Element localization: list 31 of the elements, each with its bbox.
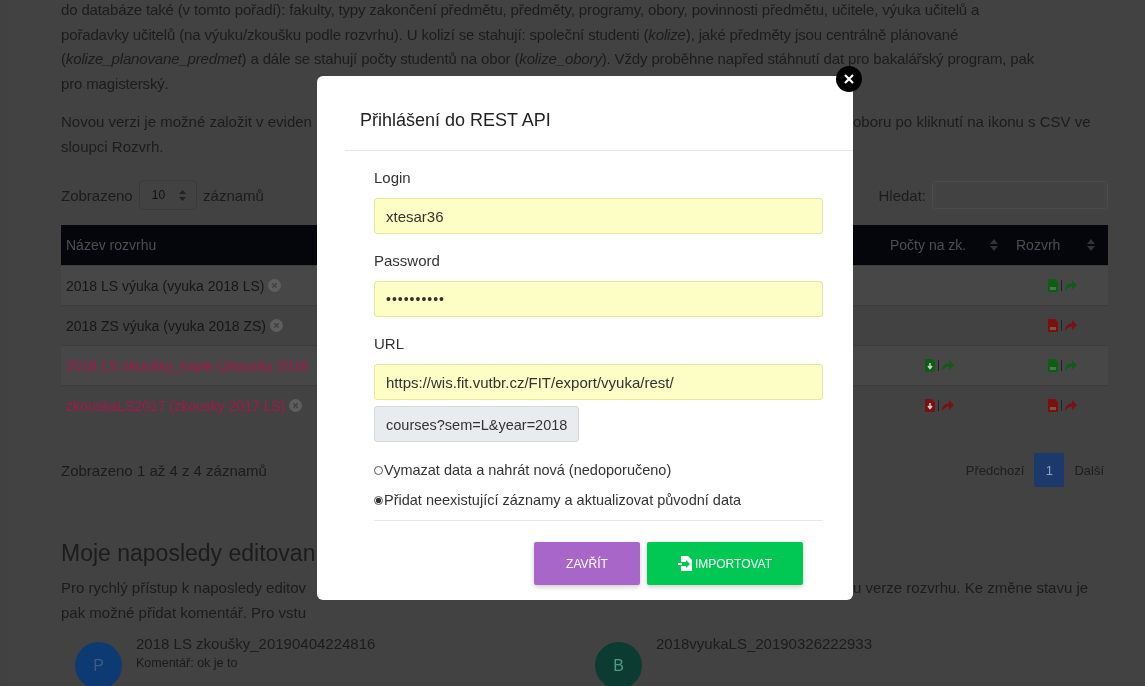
share-icon [1064,320,1077,331]
column-header[interactable]: Rozvrh [1016,237,1061,253]
password-field[interactable]: •••••••••• [374,281,823,317]
share-icon [1064,360,1077,371]
dialog-title: Přihlášení do REST API [360,110,551,130]
import-button[interactable]: IMPORTOVAT [647,542,803,585]
share-icon [1064,400,1077,411]
close-dialog-button[interactable]: ZAVŘÍT [534,542,640,585]
option-label[interactable]: Přidat neexistující záznamy a aktualizovat původní data [384,492,742,508]
sort-icon [990,239,998,251]
avatar: B [595,642,642,686]
page-button[interactable]: 1 [1034,453,1065,487]
share-icon [941,360,954,371]
column-header[interactable]: Počty na zk. [890,237,967,253]
field-label: Login [374,168,412,188]
field-label: URL [374,334,405,354]
input-field[interactable]: xtesar36 [374,198,823,234]
option-label[interactable]: Vymazat data a nahrát nová (nedoporučeno) [384,462,672,478]
sort-icon [179,189,187,201]
input-addon: courses?sem=L&year=2018 [374,406,580,442]
file-import-icon [677,556,692,571]
close-icon [844,74,854,84]
share-icon [1064,280,1077,291]
field-label: Password [374,251,441,271]
share-icon [941,400,954,411]
sort-icon [1087,239,1095,251]
table-link[interactable]: 2018 LS zkoušky_kopie (zkousky 2018 [66,357,309,374]
input-field[interactable]: https://wis.fit.vutbr.cz/FIT/export/vyuka/rest/ [374,364,823,400]
table-link[interactable]: zkouskaLS2017 (zkousky 2017 LS) [66,397,286,414]
radio-button[interactable] [374,495,383,505]
column-header[interactable]: Název rozvrhu [61,237,317,253]
